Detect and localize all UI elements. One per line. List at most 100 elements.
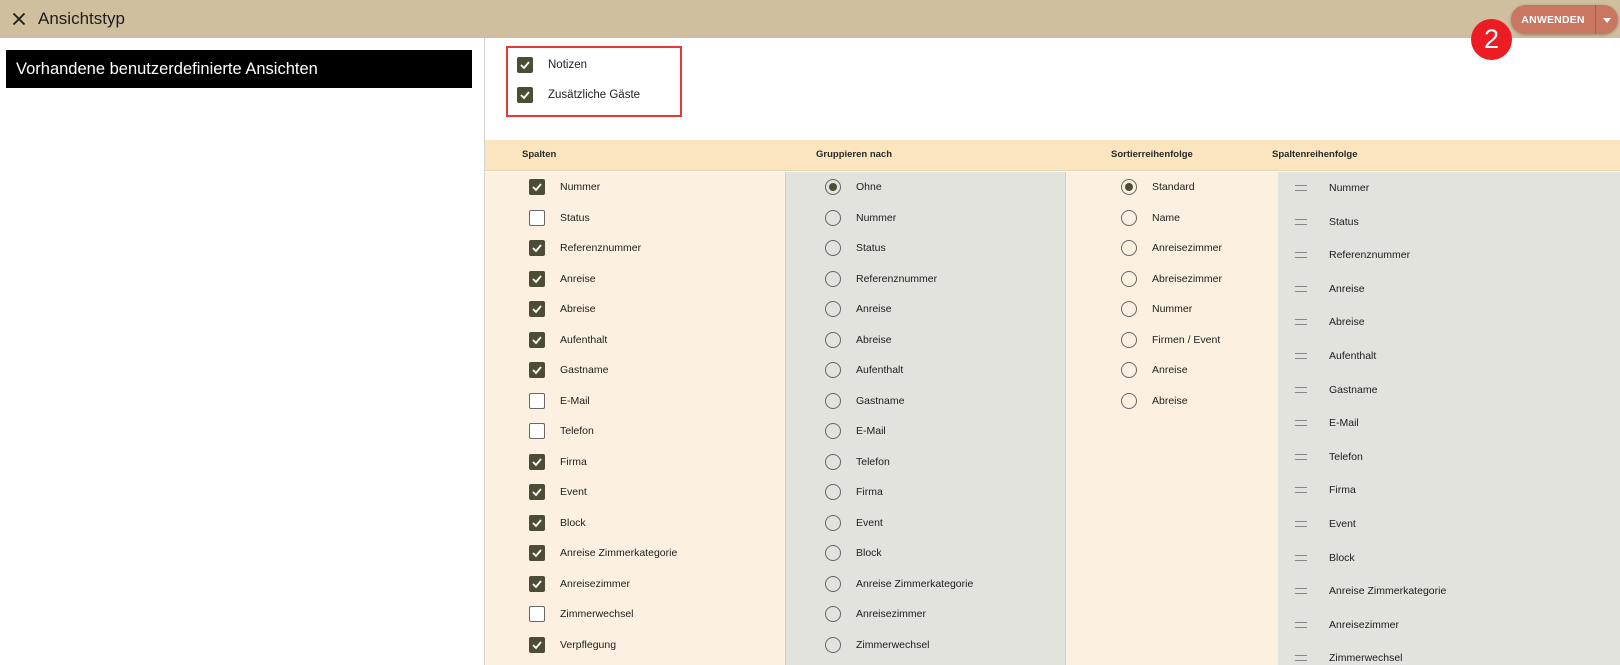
column-order-item[interactable]: Zimmerwechsel (1295, 649, 1403, 665)
radio-button[interactable] (1121, 362, 1137, 378)
gruppieren-option[interactable]: Abreise (825, 331, 892, 349)
radio-button[interactable] (825, 514, 841, 531)
column-order-item[interactable]: Referenznummer (1295, 246, 1410, 264)
column-order-item[interactable]: Anreise Zimmerkategorie (1295, 582, 1446, 600)
checkbox[interactable] (529, 453, 545, 470)
column-order-item[interactable]: Status (1295, 213, 1359, 231)
checkbox[interactable] (529, 636, 545, 653)
gruppieren-option[interactable]: Block (825, 544, 882, 562)
drag-handle-icon[interactable] (1295, 218, 1307, 225)
drag-handle-icon[interactable] (1295, 252, 1307, 259)
column-order-item[interactable]: Gastname (1295, 381, 1377, 399)
gruppieren-option[interactable]: Referenznummer (825, 270, 937, 288)
drag-handle-icon[interactable] (1295, 621, 1307, 628)
column-order-item[interactable]: E-Mail (1295, 414, 1359, 432)
radio-button[interactable] (825, 484, 841, 500)
sortier-option[interactable]: Abreisezimmer (1121, 270, 1222, 288)
spalten-item[interactable]: Status (529, 209, 590, 227)
apply-button[interactable]: ANWENDEN (1511, 14, 1595, 26)
radio-button[interactable] (825, 575, 841, 592)
drag-handle-icon[interactable] (1295, 285, 1307, 292)
spalten-item[interactable]: Anreisezimmer (529, 575, 630, 593)
checkbox[interactable] (529, 423, 545, 439)
spalten-item[interactable]: Anreise Zimmerkategorie (529, 544, 677, 562)
radio-button[interactable] (825, 453, 841, 470)
option-checkbox-row[interactable]: Notizen (517, 57, 587, 73)
radio-button[interactable] (825, 392, 841, 409)
sortier-option[interactable]: Name (1121, 209, 1180, 227)
sortier-option[interactable]: Standard (1121, 178, 1195, 196)
drag-handle-icon[interactable] (1295, 554, 1307, 561)
gruppieren-option[interactable]: Gastname (825, 392, 904, 410)
checkbox[interactable] (529, 545, 545, 561)
drag-handle-icon[interactable] (1295, 420, 1307, 427)
spalten-item[interactable]: Aufenthalt (529, 331, 607, 349)
checkbox[interactable] (529, 209, 545, 226)
spalten-item[interactable]: Verpflegung (529, 636, 616, 654)
radio-button[interactable] (1121, 331, 1137, 348)
checkbox[interactable] (529, 362, 545, 378)
radio-button[interactable] (825, 423, 841, 439)
drag-handle-icon[interactable] (1295, 386, 1307, 393)
column-order-item[interactable]: Anreisezimmer (1295, 616, 1399, 634)
checkbox[interactable] (529, 270, 545, 287)
gruppieren-option[interactable]: Telefon (825, 453, 890, 471)
checkbox[interactable] (517, 87, 533, 103)
radio-button[interactable] (825, 301, 841, 317)
gruppieren-option[interactable]: Firma (825, 483, 883, 501)
checkbox[interactable] (529, 514, 545, 531)
radio-button[interactable] (1121, 270, 1137, 287)
drag-handle-icon[interactable] (1295, 655, 1307, 662)
radio-button[interactable] (825, 636, 841, 653)
radio-button[interactable] (825, 362, 841, 378)
checkbox[interactable] (529, 179, 545, 195)
spalten-item[interactable]: Referenznummer (529, 239, 641, 257)
column-order-item[interactable]: Nummer (1295, 179, 1369, 197)
radio-button[interactable] (1121, 392, 1137, 409)
sortier-option[interactable]: Firmen / Event (1121, 331, 1220, 349)
column-order-item[interactable]: Abreise (1295, 313, 1365, 331)
column-order-item[interactable]: Firma (1295, 481, 1356, 499)
radio-button[interactable] (825, 606, 841, 622)
column-order-item[interactable]: Event (1295, 515, 1356, 533)
radio-button[interactable] (825, 331, 841, 348)
drag-handle-icon[interactable] (1295, 588, 1307, 595)
gruppieren-option[interactable]: Status (825, 239, 886, 257)
spalten-item[interactable]: Zimmerwechsel (529, 605, 634, 623)
drag-handle-icon[interactable] (1295, 185, 1307, 191)
sortier-option[interactable]: Anreise (1121, 361, 1188, 379)
gruppieren-option[interactable]: Anreisezimmer (825, 605, 926, 623)
checkbox[interactable] (517, 57, 533, 73)
checkbox[interactable] (529, 606, 545, 622)
spalten-item[interactable]: Nummer (529, 178, 600, 196)
radio-button[interactable] (825, 270, 841, 287)
checkbox[interactable] (529, 301, 545, 317)
gruppieren-option[interactable]: Aufenthalt (825, 361, 903, 379)
radio-button[interactable] (825, 240, 841, 256)
drag-handle-icon[interactable] (1295, 319, 1307, 326)
gruppieren-option[interactable]: E-Mail (825, 422, 886, 440)
radio-button[interactable] (825, 545, 841, 561)
radio-button[interactable] (1121, 301, 1137, 317)
drag-handle-icon[interactable] (1295, 521, 1307, 527)
gruppieren-option[interactable]: Anreise Zimmerkategorie (825, 575, 973, 593)
close-icon[interactable] (8, 8, 30, 30)
radio-button[interactable] (1121, 240, 1137, 256)
checkbox[interactable] (529, 331, 545, 348)
column-order-item[interactable]: Telefon (1295, 448, 1363, 466)
column-order-item[interactable]: Block (1295, 549, 1355, 567)
spalten-item[interactable]: Telefon (529, 422, 594, 440)
column-order-item[interactable]: Aufenthalt (1295, 347, 1376, 365)
checkbox[interactable] (529, 575, 545, 592)
radio-button[interactable] (825, 209, 841, 226)
gruppieren-option[interactable]: Zimmerwechsel (825, 636, 930, 654)
checkbox[interactable] (529, 484, 545, 500)
sortier-option[interactable]: Anreisezimmer (1121, 239, 1222, 257)
gruppieren-option[interactable]: Event (825, 514, 883, 532)
spalten-item[interactable]: Anreise (529, 270, 596, 288)
gruppieren-option[interactable]: Anreise (825, 300, 892, 318)
gruppieren-option[interactable]: Ohne (825, 178, 882, 196)
drag-handle-icon[interactable] (1295, 487, 1307, 494)
column-order-item[interactable]: Anreise (1295, 280, 1365, 298)
radio-button[interactable] (1121, 179, 1137, 195)
